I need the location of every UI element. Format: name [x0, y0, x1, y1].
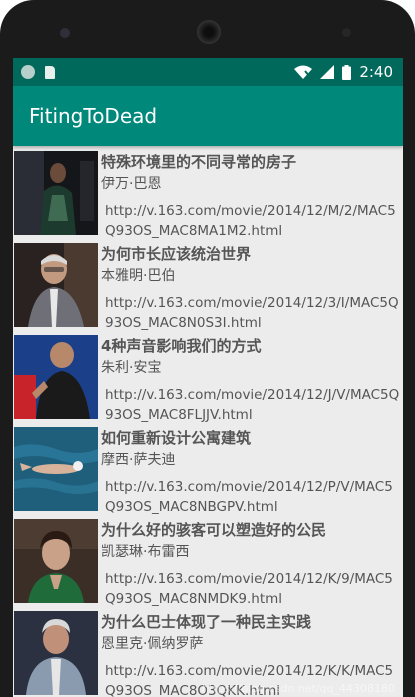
battery-icon — [342, 64, 352, 80]
sd-card-icon — [45, 65, 55, 79]
wifi-icon — [294, 65, 313, 79]
item-title: 为什么巴士体现了一种民主实践 — [101, 613, 312, 631]
item-author: 凯瑟琳·布雷西 — [101, 544, 190, 560]
item-title: 4种声音影响我们的方式 — [101, 337, 262, 355]
item-author: 伊万·巴恩 — [101, 176, 162, 192]
item-url[interactable]: http://v.163.com/movie/2014/12/3/I/MAC5Q… — [101, 293, 403, 333]
notification-circle-icon — [21, 65, 35, 79]
item-url[interactable]: http://v.163.com/movie/2014/12/M/2/MAC5Q… — [101, 201, 403, 241]
item-author: 恩里克·佩纳罗萨 — [101, 636, 204, 652]
status-time: 2:40 — [359, 63, 393, 81]
thumbnail-image — [14, 519, 98, 603]
item-url[interactable]: http://v.163.com/movie/2014/12/P/V/MAC5Q… — [101, 477, 403, 517]
item-title: 特殊环境里的不同寻常的房子 — [101, 153, 297, 171]
list-item[interactable]: 为何市长应该统治世界 本雅明·巴伯 http://v.163.com/movie… — [13, 243, 403, 333]
proximity-sensor — [342, 28, 351, 37]
signal-icon — [320, 65, 335, 79]
status-bar: 2:40 — [13, 58, 403, 86]
thumbnail-image — [14, 243, 98, 327]
list-item[interactable]: 4种声音影响我们的方式 朱利·安宝 http://v.163.com/movie… — [13, 335, 403, 425]
thumbnail-image — [14, 427, 98, 511]
thumbnail-image — [14, 335, 98, 419]
thumbnail-image — [14, 611, 98, 695]
item-author: 朱利·安宝 — [101, 360, 162, 376]
list-item[interactable]: 为什么好的骇客可以塑造好的公民 凯瑟琳·布雷西 http://v.163.com… — [13, 519, 403, 609]
item-url[interactable]: http://v.163.com/movie/2014/12/K/9/MAC5Q… — [101, 569, 403, 609]
video-list: 特殊环境里的不同寻常的房子 伊万·巴恩 http://v.163.com/mov… — [13, 146, 403, 697]
watermark: https://blog.csdn.net/qq_44308180 — [201, 682, 395, 695]
item-author: 摩西·萨夫迪 — [101, 452, 176, 468]
front-camera — [60, 28, 70, 38]
earpiece-speaker — [197, 20, 221, 44]
app-bar: FitingToDead — [13, 86, 403, 146]
app-title: FitingToDead — [29, 104, 158, 128]
item-title: 为何市长应该统治世界 — [101, 245, 252, 263]
item-author: 本雅明·巴伯 — [101, 268, 176, 284]
list-item[interactable]: 如何重新设计公寓建筑 摩西·萨夫迪 http://v.163.com/movie… — [13, 427, 403, 517]
item-title: 为什么好的骇客可以塑造好的公民 — [101, 521, 327, 539]
item-url[interactable]: http://v.163.com/movie/2014/12/J/V/MAC5Q… — [101, 385, 403, 425]
list-item[interactable]: 特殊环境里的不同寻常的房子 伊万·巴恩 http://v.163.com/mov… — [13, 151, 403, 241]
screen: 2:40 FitingToDead 特殊环境里的不同寻常的房子 伊万·巴恩 ht… — [13, 58, 403, 697]
thumbnail-image — [14, 151, 98, 235]
item-title: 如何重新设计公寓建筑 — [101, 429, 252, 447]
